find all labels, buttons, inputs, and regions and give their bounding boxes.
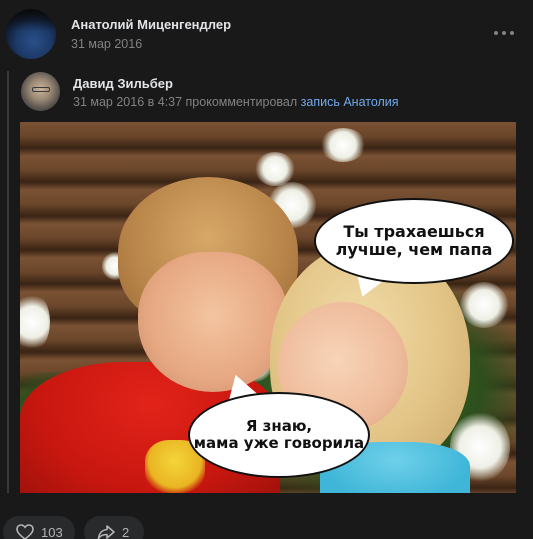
author-name[interactable]: Анатолий Миценгендлер — [71, 17, 231, 32]
post-photo[interactable]: Ты трахаешься лучше, чем папа Я знаю, ма… — [20, 122, 516, 493]
speech-bubble-bottom: Я знаю, мама уже говорила — [188, 392, 370, 478]
speech-bubble-bottom-text: Я знаю, мама уже говорила — [193, 416, 365, 452]
more-icon[interactable] — [494, 28, 514, 38]
like-count: 103 — [41, 524, 63, 539]
like-button[interactable]: 103 — [3, 516, 75, 539]
repost-divider — [7, 71, 9, 493]
comment-meta: 31 мар 2016 в 4:37 прокомментировал запи… — [73, 95, 399, 109]
share-button[interactable]: 2 — [84, 516, 144, 539]
commenter-avatar[interactable] — [21, 72, 60, 111]
speech-bubble-top-text: Ты трахаешься лучше, чем папа — [335, 221, 493, 259]
heart-icon — [16, 524, 34, 539]
speech-bubble-top: Ты трахаешься лучше, чем папа — [314, 198, 514, 284]
share-count: 2 — [122, 524, 130, 539]
post-link[interactable]: запись Анатолия — [301, 95, 399, 109]
share-arrow-icon — [97, 525, 115, 539]
post-date[interactable]: 31 мар 2016 — [71, 37, 142, 51]
post: Анатолий Миценгендлер 31 мар 2016 Давид … — [0, 0, 533, 539]
author-avatar[interactable] — [6, 9, 56, 59]
commenter-name[interactable]: Давид Зильбер — [73, 76, 173, 91]
comment-meta-text: 31 мар 2016 в 4:37 прокомментировал — [73, 95, 301, 109]
